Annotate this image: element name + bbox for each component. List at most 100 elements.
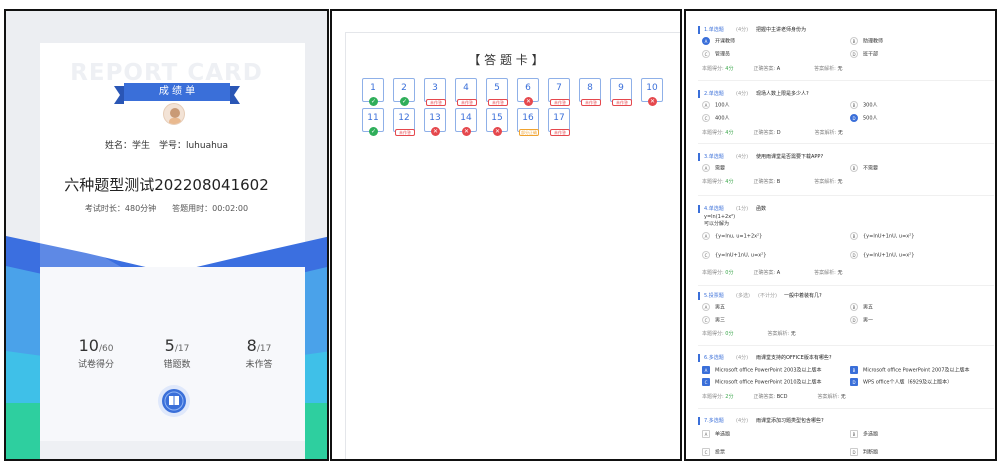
- question-meta: 本题得分: 0分 正确答案: A 答案解析: 无: [702, 270, 843, 276]
- question-number: 5: [494, 83, 500, 93]
- status-tag: 未作答: [581, 99, 601, 106]
- question-meta: 本题得分: 4分 正确答案: B 答案解析: 无: [702, 179, 843, 185]
- option-a[interactable]: A 单选题: [702, 430, 730, 439]
- option-a[interactable]: A 开课教师: [702, 37, 735, 46]
- option-c[interactable]: C 男三: [702, 316, 725, 325]
- question-number: 9: [618, 83, 624, 93]
- answer-card-item[interactable]: 8 未作答: [579, 78, 601, 106]
- option-d[interactable]: D 男一: [850, 316, 873, 325]
- formula-caption: 可以分解为: [704, 221, 730, 227]
- option-b[interactable]: B {y=lnU+1nU, u=x²}: [850, 232, 914, 241]
- question-2: 2.单选题 (4分) 现场人数上限是多少人? A 100人 B 300人 C 400人 D…: [698, 89, 994, 136]
- answer-card-item[interactable]: 7 未作答: [548, 78, 570, 106]
- status-tag: 未作答: [550, 129, 570, 136]
- answer-card-item[interactable]: 4 未作答: [455, 78, 477, 106]
- answer-card-item[interactable]: 6 ✕: [517, 78, 539, 106]
- question-number: 17: [553, 113, 565, 123]
- question-3: 3.单选题 (4分) 使用雨课堂是否需要下载APP? A 需要 B 不需要 本题得分: …: [698, 152, 994, 185]
- question-number: 12: [398, 113, 410, 123]
- option-b[interactable]: B 多选题: [850, 430, 878, 439]
- option-c[interactable]: C 管理员: [702, 50, 730, 59]
- option-b[interactable]: B Microsoft office PowerPoint 2007及以上版本: [850, 366, 970, 375]
- answer-card-item[interactable]: 14 ✕: [455, 108, 477, 136]
- question-meta: 本题得分: 0分 答案解析: 无: [702, 331, 796, 337]
- option-a[interactable]: A 需要: [702, 164, 725, 173]
- answer-card-panel: 【 答 题 卡 】 1 ✓ 2 ✓ 3 未作答 4 未作答 5 未作答 6 ✕ 7 未作答 8 未作答 9 未作答…: [330, 9, 682, 461]
- avatar: [163, 103, 185, 125]
- question-number: 15: [491, 113, 503, 123]
- answer-card-item[interactable]: 12 未作答: [393, 108, 415, 136]
- answer-card-item[interactable]: 17 未作答: [548, 108, 570, 136]
- question-5: 5.投票题 (多选) (不计分) 一般中着装有几? A 男五 B 男五 C 男三 D 男一 本…: [698, 291, 994, 337]
- option-c[interactable]: C 投票: [702, 448, 725, 457]
- question-number: 1: [370, 83, 376, 93]
- wrong-count-stat: 5/17 错题数: [163, 336, 191, 370]
- cross-icon: ✕: [431, 127, 440, 136]
- question-number: 3: [432, 83, 438, 93]
- question-number: 14: [460, 113, 472, 123]
- check-icon: ✓: [369, 127, 378, 136]
- answer-card-item[interactable]: 16 部分正确: [517, 108, 539, 136]
- student-info: 姓名：学生 学号：luhuahua: [104, 141, 229, 151]
- book-badge-icon[interactable]: [158, 385, 190, 417]
- cross-icon: ✕: [493, 127, 502, 136]
- score-stat: 10/60 试卷得分: [77, 336, 114, 370]
- check-icon: ✓: [369, 97, 378, 106]
- report-ribbon: 成 绩 单: [114, 83, 240, 104]
- answer-card-title: 【 答 题 卡 】: [468, 53, 544, 67]
- exam-title: 六种题型测试202208041602: [64, 176, 269, 194]
- question-number: 6: [525, 83, 531, 93]
- question-number: 2: [401, 83, 407, 93]
- option-d[interactable]: D WPS office个人版（6929及以上版本）: [850, 378, 952, 387]
- option-c[interactable]: C 400人: [702, 114, 730, 123]
- question-number: 4: [463, 83, 469, 93]
- option-b[interactable]: B 不需要: [850, 164, 878, 173]
- answer-card-item[interactable]: 1 ✓: [362, 78, 384, 106]
- status-tag: 未作答: [426, 99, 446, 106]
- status-tag: 未作答: [612, 99, 632, 106]
- question-number: 8: [587, 83, 593, 93]
- option-d[interactable]: D 班干部: [850, 50, 878, 59]
- option-a[interactable]: A 男五: [702, 303, 725, 312]
- option-a[interactable]: A Microsoft office PowerPoint 2003及以上版本: [702, 366, 822, 375]
- option-c[interactable]: C {y=lnU+1nU, u=x²}: [702, 251, 766, 260]
- report-card-panel: REPORT CARD 成 绩 单 姓名：学生 学号：luhuahua 六种题型…: [4, 9, 329, 461]
- question-meta: 本题得分: 2分 正确答案: BCD 答案解析: 无: [702, 394, 846, 400]
- option-d[interactable]: D 500人: [850, 114, 878, 123]
- cross-icon: ✕: [524, 97, 533, 106]
- option-d[interactable]: D {y=lnU+1nU, u=x²}: [850, 251, 914, 260]
- question-detail-panel: 1.单选题 (4分) 把握中主讲老师身份为 A 开课教师 B 助理教师 C 管理员 D 班干…: [684, 9, 997, 461]
- question-1: 1.单选题 (4分) 把握中主讲老师身份为 A 开课教师 B 助理教师 C 管理员 D 班干…: [698, 25, 994, 72]
- question-number: 11: [367, 113, 379, 123]
- status-tag: 部分正确: [519, 129, 539, 136]
- answer-card-item[interactable]: 5 未作答: [486, 78, 508, 106]
- option-b[interactable]: B 300人: [850, 101, 878, 110]
- cross-icon: ✕: [462, 127, 471, 136]
- status-tag: 未作答: [395, 129, 415, 136]
- option-a[interactable]: A 100人: [702, 101, 730, 110]
- status-tag: 未作答: [457, 99, 477, 106]
- answer-card-item[interactable]: 9 未作答: [610, 78, 632, 106]
- answer-card-item[interactable]: 2 ✓: [393, 78, 415, 106]
- cross-icon: ✕: [648, 97, 657, 106]
- status-tag: 未作答: [488, 99, 508, 106]
- question-meta: 本题得分: 4分 正确答案: D 答案解析: 无: [702, 130, 843, 136]
- option-b[interactable]: B 助理教师: [850, 37, 883, 46]
- option-a[interactable]: A {y=lnu, u=1+2x²}: [702, 232, 762, 241]
- answer-card-item[interactable]: 15 ✕: [486, 108, 508, 136]
- answer-card-item[interactable]: 3 未作答: [424, 78, 446, 106]
- question-number: 13: [429, 113, 441, 123]
- status-tag: 未作答: [550, 99, 570, 106]
- option-d[interactable]: D 判断题: [850, 448, 878, 457]
- question-7: 7.多选题 (4分) 雨课堂添加习题类型包含哪些? A 单选题 B 多选题 C 投票 D判…: [698, 416, 994, 456]
- answer-card-item[interactable]: 13 ✕: [424, 108, 446, 136]
- answer-card-item[interactable]: 10 ✕: [641, 78, 663, 106]
- option-b[interactable]: B 男五: [850, 303, 873, 312]
- question-number: 7: [556, 83, 562, 93]
- check-icon: ✓: [400, 97, 409, 106]
- question-number: 10: [646, 83, 658, 93]
- unanswered-stat: 8/17 未作答: [245, 336, 273, 370]
- option-c[interactable]: C Microsoft office PowerPoint 2010及以上版本: [702, 378, 822, 387]
- exam-meta: 考试时长：480分钟 答题用时：00:02:00: [84, 204, 249, 213]
- answer-card-item[interactable]: 11 ✓: [362, 108, 384, 136]
